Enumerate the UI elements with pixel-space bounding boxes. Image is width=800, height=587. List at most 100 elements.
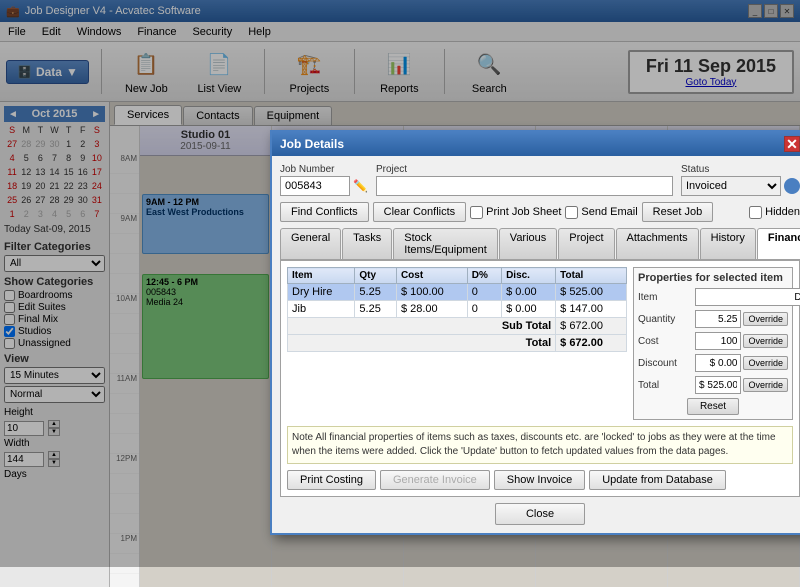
generate-invoice-button[interactable]: Generate Invoice bbox=[380, 470, 490, 490]
prop-cost-row: Cost Override bbox=[638, 332, 788, 350]
properties-panel: Properties for selected item Item Quanti… bbox=[633, 267, 793, 420]
tab-various[interactable]: Various bbox=[499, 228, 557, 259]
status-label: Status bbox=[681, 164, 800, 175]
row-item: Dry Hire bbox=[288, 284, 355, 301]
job-details-dialog: Job Details ✕ Job Number ✏️ Project bbox=[270, 130, 800, 535]
dialog-title-bar: Job Details ✕ bbox=[272, 132, 800, 156]
prop-total-label: Total bbox=[638, 380, 693, 391]
job-number-field: Job Number ✏️ bbox=[280, 164, 368, 196]
qty-override-button[interactable]: Override bbox=[743, 312, 788, 326]
row-total: $ 525.00 bbox=[556, 284, 627, 301]
project-field: Project bbox=[376, 164, 673, 196]
close-button-wrap: Close bbox=[280, 503, 800, 525]
print-job-sheet-checkbox[interactable] bbox=[470, 206, 483, 219]
send-email-check[interactable]: Send Email bbox=[565, 206, 637, 219]
tab-tasks[interactable]: Tasks bbox=[342, 228, 392, 259]
tab-project[interactable]: Project bbox=[558, 228, 614, 259]
show-invoice-button[interactable]: Show Invoice bbox=[494, 470, 585, 490]
row-cost: $ 28.00 bbox=[396, 301, 467, 318]
hidden-label: Hidden bbox=[765, 206, 800, 218]
send-email-label: Send Email bbox=[581, 206, 637, 218]
prop-qty-label: Quantity bbox=[638, 314, 693, 325]
col-item: Item bbox=[288, 268, 355, 284]
time-slot bbox=[110, 574, 139, 587]
col-qty: Qty bbox=[355, 268, 397, 284]
action-buttons-row: Find Conflicts Clear Conflicts Print Job… bbox=[280, 202, 800, 222]
prop-item-label: Item bbox=[638, 292, 693, 303]
cost-override-button[interactable]: Override bbox=[743, 334, 788, 348]
col-dpct: D% bbox=[467, 268, 501, 284]
status-indicator bbox=[784, 178, 800, 194]
print-job-sheet-check[interactable]: Print Job Sheet bbox=[470, 206, 561, 219]
prop-discount-input[interactable] bbox=[695, 354, 741, 372]
find-conflicts-button[interactable]: Find Conflicts bbox=[280, 202, 369, 222]
col-total: Total bbox=[556, 268, 627, 284]
prop-cost-input[interactable] bbox=[695, 332, 741, 350]
tab-general[interactable]: General bbox=[280, 228, 341, 259]
tab-finance[interactable]: Finance bbox=[757, 228, 800, 259]
status-select[interactable]: Invoiced bbox=[681, 176, 781, 196]
reset-job-button[interactable]: Reset Job bbox=[642, 202, 714, 222]
project-input[interactable] bbox=[376, 176, 673, 196]
tab-history[interactable]: History bbox=[700, 228, 756, 259]
dialog-overlay: Job Details ✕ Job Number ✏️ Project bbox=[0, 0, 800, 567]
subtotal-label: Sub Total bbox=[288, 318, 556, 335]
row-item: Jib bbox=[288, 301, 355, 318]
finance-table-wrap: Item Qty Cost D% Disc. Total bbox=[287, 267, 627, 420]
row-qty: 5.25 bbox=[355, 284, 397, 301]
dialog-title-text: Job Details bbox=[280, 137, 344, 151]
prop-discount-label: Discount bbox=[638, 358, 693, 369]
prop-discount-row: Discount Override bbox=[638, 354, 788, 372]
finance-row[interactable]: Dry Hire 5.25 $ 100.00 0 $ 0.00 $ 525.00 bbox=[288, 284, 627, 301]
row-dpct: 0 bbox=[467, 284, 501, 301]
dialog-body: Job Number ✏️ Project Status Invoiced bbox=[272, 156, 800, 533]
prop-qty-input[interactable] bbox=[695, 310, 741, 328]
row-qty: 5.25 bbox=[355, 301, 397, 318]
edit-pencil-icon[interactable]: ✏️ bbox=[353, 179, 368, 193]
dialog-close-btn[interactable]: Close bbox=[495, 503, 585, 525]
total-row: Total $ 672.00 bbox=[288, 335, 627, 352]
props-reset-button[interactable]: Reset bbox=[687, 398, 739, 415]
tab-stock[interactable]: Stock Items/Equipment bbox=[393, 228, 498, 259]
finance-table: Item Qty Cost D% Disc. Total bbox=[287, 267, 627, 352]
prop-item-row: Item bbox=[638, 288, 788, 306]
prop-qty-row: Quantity Override bbox=[638, 310, 788, 328]
col-disc: Disc. bbox=[502, 268, 556, 284]
tab-attachments[interactable]: Attachments bbox=[616, 228, 699, 259]
prop-total-row: Total Override bbox=[638, 376, 788, 394]
project-label: Project bbox=[376, 164, 673, 175]
job-number-input[interactable] bbox=[280, 176, 350, 196]
update-from-db-button[interactable]: Update from Database bbox=[589, 470, 726, 490]
row-disc: $ 0.00 bbox=[502, 284, 556, 301]
prop-cost-label: Cost bbox=[638, 336, 693, 347]
hidden-check[interactable]: Hidden bbox=[749, 206, 800, 219]
dialog-tabs: General Tasks Stock Items/Equipment Vari… bbox=[280, 228, 800, 260]
status-field: Status Invoiced bbox=[681, 164, 800, 196]
finance-area: Item Qty Cost D% Disc. Total bbox=[287, 267, 793, 420]
prop-total-input[interactable] bbox=[695, 376, 741, 394]
row-dpct: 0 bbox=[467, 301, 501, 318]
print-costing-button[interactable]: Print Costing bbox=[287, 470, 376, 490]
discount-override-button[interactable]: Override bbox=[743, 356, 788, 370]
total-label: Total bbox=[288, 335, 556, 352]
finance-row[interactable]: Jib 5.25 $ 28.00 0 $ 0.00 $ 147.00 bbox=[288, 301, 627, 318]
hidden-checkbox[interactable] bbox=[749, 206, 762, 219]
props-title: Properties for selected item bbox=[638, 272, 788, 284]
col-cost: Cost bbox=[396, 268, 467, 284]
job-number-label: Job Number bbox=[280, 164, 368, 175]
subtotal-row: Sub Total $ 672.00 bbox=[288, 318, 627, 335]
clear-conflicts-button[interactable]: Clear Conflicts bbox=[373, 202, 467, 222]
total-value: $ 672.00 bbox=[556, 335, 627, 352]
finance-tab-content: Item Qty Cost D% Disc. Total bbox=[280, 260, 800, 497]
dialog-close-button[interactable]: ✕ bbox=[784, 136, 800, 152]
job-info-row: Job Number ✏️ Project Status Invoiced bbox=[280, 164, 800, 196]
row-disc: $ 0.00 bbox=[502, 301, 556, 318]
print-job-sheet-label: Print Job Sheet bbox=[486, 206, 561, 218]
row-cost: $ 100.00 bbox=[396, 284, 467, 301]
subtotal-value: $ 672.00 bbox=[556, 318, 627, 335]
send-email-checkbox[interactable] bbox=[565, 206, 578, 219]
total-override-button[interactable]: Override bbox=[743, 378, 788, 392]
prop-item-input[interactable] bbox=[695, 288, 800, 306]
finance-note: Note All financial properties of items s… bbox=[287, 426, 793, 464]
bottom-buttons: Print Costing Generate Invoice Show Invo… bbox=[287, 470, 793, 490]
